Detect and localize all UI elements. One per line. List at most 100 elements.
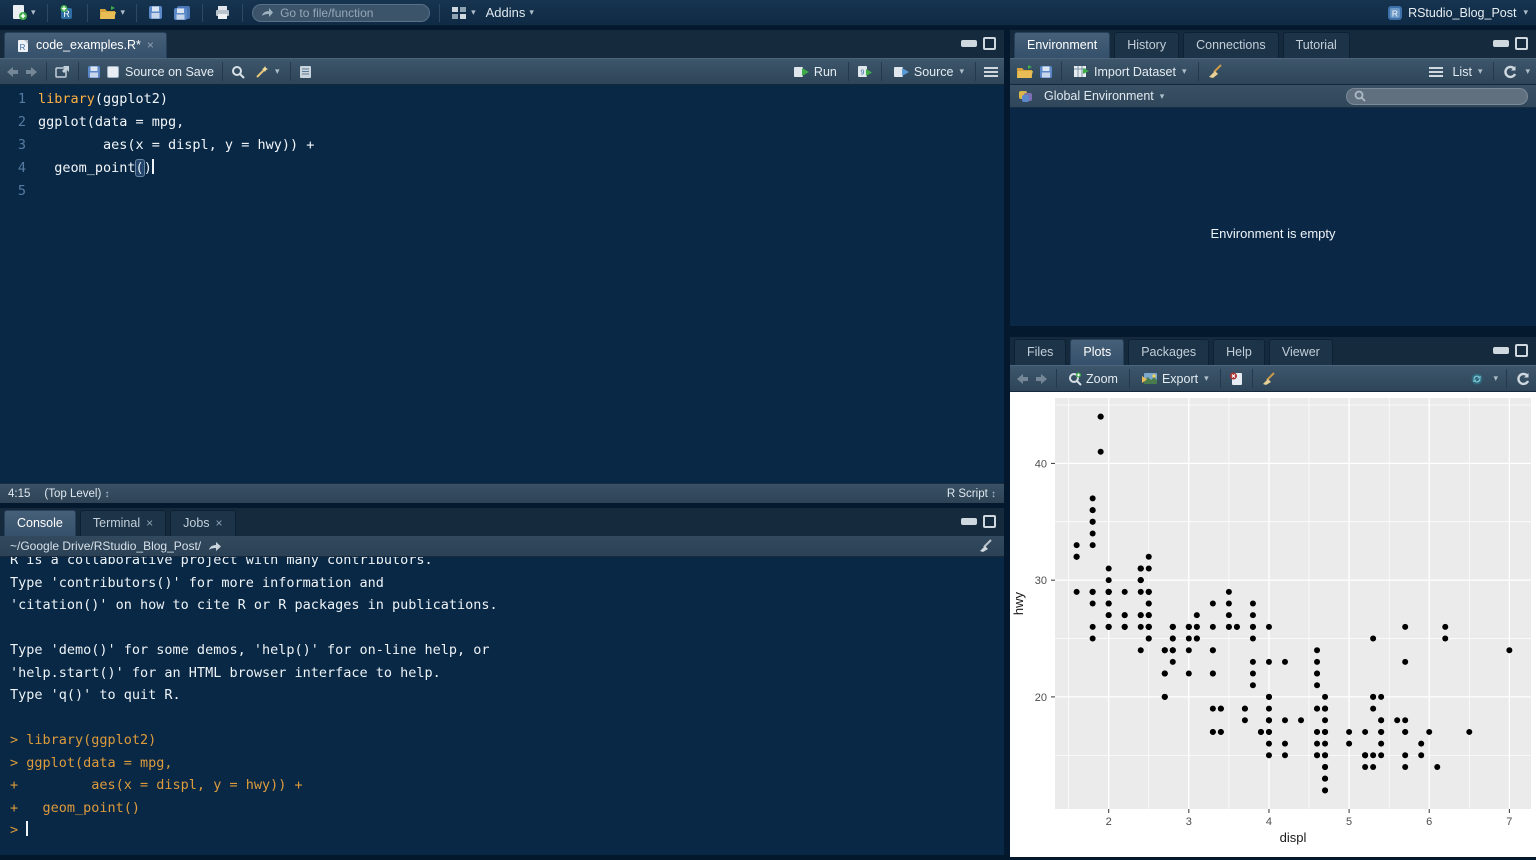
maximize-plots-icon[interactable] bbox=[1515, 344, 1528, 357]
find-icon[interactable] bbox=[231, 65, 245, 79]
import-dataset-button[interactable]: Import Dataset ▾ bbox=[1070, 64, 1190, 80]
tab-console[interactable]: Console bbox=[4, 510, 76, 536]
refresh-caret-icon[interactable]: ▾ bbox=[1525, 66, 1530, 77]
publish-caret-icon[interactable]: ▾ bbox=[1493, 373, 1498, 384]
code-text: geom_point() bbox=[38, 157, 154, 180]
tab-tutorial[interactable]: Tutorial bbox=[1283, 32, 1350, 58]
console-line: Type 'demo()' for some demos, 'help()' f… bbox=[10, 639, 1004, 662]
addins-label: Addins bbox=[486, 5, 526, 20]
previous-plot-icon[interactable] bbox=[1016, 373, 1029, 385]
run-button[interactable]: Run bbox=[790, 64, 840, 80]
close-tab-icon[interactable]: × bbox=[147, 33, 154, 58]
source-button[interactable]: Source ▾ bbox=[890, 64, 967, 80]
code-line: 3 aes(x = displ, y = hwy)) + bbox=[0, 134, 1004, 157]
console-line: Type 'q()' to quit R. bbox=[10, 684, 1004, 707]
environment-scope-row: Global Environment ▾ bbox=[1010, 85, 1536, 108]
console-line: > bbox=[10, 819, 1004, 842]
tab-code-examples[interactable]: R code_examples.R* × bbox=[4, 32, 167, 58]
code-line: 2ggplot(data = mpg, bbox=[0, 111, 1004, 134]
goto-file-function-input[interactable] bbox=[280, 6, 410, 20]
minimize-source-icon[interactable] bbox=[961, 40, 977, 47]
plots-tab-label: Plots bbox=[1083, 340, 1111, 365]
close-tab-icon[interactable]: × bbox=[146, 511, 153, 536]
save-workspace-icon[interactable] bbox=[1039, 65, 1053, 79]
import-dataset-icon bbox=[1073, 65, 1090, 78]
save-all-icon bbox=[173, 5, 191, 21]
maximize-console-icon[interactable] bbox=[983, 515, 996, 528]
source-on-save-label: Source on Save bbox=[125, 65, 214, 79]
toolbar-separator bbox=[136, 4, 137, 22]
refresh-environment-icon[interactable] bbox=[1502, 65, 1517, 79]
compile-report-icon[interactable] bbox=[299, 65, 312, 79]
back-icon[interactable] bbox=[6, 66, 19, 78]
console-tab-label: Jobs bbox=[183, 511, 209, 536]
tab-history[interactable]: History bbox=[1114, 32, 1179, 58]
code-line: 5 bbox=[0, 180, 1004, 203]
rerun-icon[interactable]: 9 bbox=[857, 65, 873, 78]
save-button[interactable] bbox=[146, 4, 165, 21]
tab-plots[interactable]: Plots bbox=[1070, 339, 1124, 365]
save-all-button[interactable] bbox=[171, 4, 193, 22]
clear-environment-icon[interactable] bbox=[1207, 64, 1224, 79]
scope-selector[interactable]: (Top Level) ↕ bbox=[44, 488, 109, 500]
goto-file-function-box[interactable] bbox=[252, 4, 430, 22]
remove-plot-icon[interactable] bbox=[1229, 372, 1244, 386]
environment-scope-selector[interactable]: Global Environment ▾ bbox=[1041, 88, 1167, 104]
export-plot-button[interactable]: Export ▾ bbox=[1138, 371, 1212, 387]
tab-terminal[interactable]: Terminal× bbox=[80, 510, 166, 536]
zoom-plot-button[interactable]: Zoom bbox=[1065, 371, 1121, 387]
tab-packages[interactable]: Packages bbox=[1128, 339, 1209, 365]
addins-button[interactable]: Addins ▾ bbox=[484, 4, 536, 21]
clear-plots-icon[interactable] bbox=[1261, 372, 1277, 386]
pane-layout-button[interactable]: ▾ bbox=[449, 5, 478, 21]
minimize-plots-icon[interactable] bbox=[1493, 347, 1509, 354]
list-view-button[interactable]: List ▾ bbox=[1449, 64, 1485, 80]
publish-icon[interactable] bbox=[1469, 372, 1485, 386]
file-type-selector[interactable]: R Script ↕ bbox=[947, 488, 996, 500]
new-project-button[interactable]: R bbox=[57, 3, 78, 22]
popout-icon[interactable] bbox=[55, 65, 70, 78]
refresh-plot-icon[interactable] bbox=[1515, 372, 1530, 386]
magic-wand-icon bbox=[254, 65, 269, 79]
source-tabstrip: R code_examples.R* × bbox=[0, 30, 1004, 58]
project-cube-icon: R bbox=[1387, 5, 1403, 21]
new-file-button[interactable]: ▾ bbox=[8, 3, 38, 22]
maximize-source-icon[interactable] bbox=[983, 37, 996, 50]
project-selector[interactable]: R RStudio_Blog_Post ▾ bbox=[1387, 5, 1528, 21]
goto-directory-icon[interactable] bbox=[208, 541, 222, 552]
load-workspace-icon[interactable] bbox=[1016, 64, 1033, 79]
tab-environment[interactable]: Environment bbox=[1014, 32, 1110, 58]
open-file-button[interactable]: ▾ bbox=[97, 4, 128, 22]
environment-scope-label: Global Environment bbox=[1044, 89, 1154, 103]
svg-text:R: R bbox=[20, 43, 26, 52]
minimize-console-icon[interactable] bbox=[961, 518, 977, 525]
console-output[interactable]: R is a collaborative project with many c… bbox=[0, 557, 1004, 855]
print-button[interactable] bbox=[212, 4, 233, 21]
maximize-environment-icon[interactable] bbox=[1515, 37, 1528, 50]
code-tools-button[interactable]: ▾ bbox=[251, 64, 283, 80]
code-editor[interactable]: 1library(ggplot2)2ggplot(data = mpg,3 ae… bbox=[0, 85, 1004, 483]
forward-icon[interactable] bbox=[25, 66, 38, 78]
document-outline-icon[interactable] bbox=[984, 65, 998, 79]
list-view-icon[interactable] bbox=[1429, 65, 1443, 79]
clear-console-icon[interactable] bbox=[978, 539, 994, 553]
svg-text:2: 2 bbox=[1106, 816, 1112, 828]
console-line: > ggplot(data = mpg, bbox=[10, 752, 1004, 775]
save-source-icon[interactable] bbox=[87, 65, 101, 79]
tab-viewer[interactable]: Viewer bbox=[1269, 339, 1333, 365]
minimize-environment-icon[interactable] bbox=[1493, 40, 1509, 47]
close-tab-icon[interactable]: × bbox=[216, 511, 223, 536]
environment-search-box[interactable] bbox=[1346, 88, 1528, 105]
export-plot-icon bbox=[1141, 372, 1158, 385]
import-dataset-label: Import Dataset bbox=[1094, 65, 1176, 79]
source-on-save-checkbox[interactable] bbox=[107, 66, 119, 78]
environment-tab-label: Environment bbox=[1027, 33, 1097, 58]
tab-files[interactable]: Files bbox=[1014, 339, 1066, 365]
line-number: 1 bbox=[0, 88, 38, 111]
tab-jobs[interactable]: Jobs × bbox=[170, 510, 235, 536]
tab-help[interactable]: Help bbox=[1213, 339, 1265, 365]
tab-connections[interactable]: Connections bbox=[1183, 32, 1279, 58]
project-name: RStudio_Blog_Post bbox=[1408, 6, 1516, 20]
new-project-icon: R bbox=[59, 4, 76, 21]
next-plot-icon[interactable] bbox=[1035, 373, 1048, 385]
